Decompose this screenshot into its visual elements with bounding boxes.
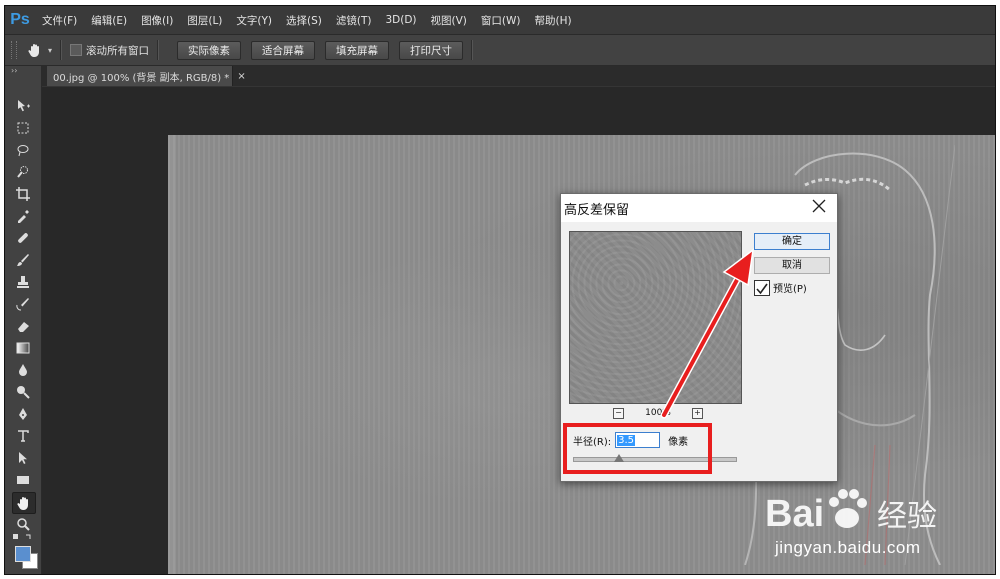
menu-select[interactable]: 选择(S) xyxy=(279,13,329,28)
photoshop-logo: Ps xyxy=(10,11,30,28)
hand-icon[interactable] xyxy=(23,39,47,61)
cancel-button[interactable]: 取消 xyxy=(754,257,830,274)
rectangle-tool-icon[interactable] xyxy=(12,470,34,490)
menu-type[interactable]: 文字(Y) xyxy=(229,13,279,28)
checkmark-icon xyxy=(756,283,768,295)
document-tab-bar: 00.jpg @ 100% (背景 副本, RGB/8) * × xyxy=(41,66,995,86)
foreground-color-swatch[interactable] xyxy=(15,546,31,562)
paw-icon xyxy=(829,489,867,528)
options-bar-grip[interactable] xyxy=(11,41,17,59)
watermark-brand-cn: 经验 xyxy=(877,499,937,534)
fit-screen-button[interactable]: 适合屏幕 xyxy=(251,40,316,60)
menu-filter[interactable]: 滤镜(T) xyxy=(329,13,379,28)
zoom-in-button[interactable]: + xyxy=(691,407,703,419)
menu-edit[interactable]: 编辑(E) xyxy=(84,13,134,28)
menu-file[interactable]: 文件(F) xyxy=(35,13,84,28)
print-size-button[interactable]: 打印尺寸 xyxy=(399,40,464,60)
filter-preview[interactable] xyxy=(569,231,742,404)
baidu-jingyan-watermark: Bai 经验 xyxy=(765,489,937,535)
image-edge xyxy=(168,135,176,574)
brush-tool-icon[interactable] xyxy=(12,250,34,270)
swap-colors-icon[interactable] xyxy=(12,532,34,544)
path-selection-tool-icon[interactable] xyxy=(12,448,34,468)
menu-view[interactable]: 视图(V) xyxy=(424,13,474,28)
actual-pixels-button[interactable]: 实际像素 xyxy=(177,40,242,60)
preview-checkbox[interactable] xyxy=(754,280,770,296)
move-tool-icon[interactable] xyxy=(12,96,34,116)
pen-tool-icon[interactable] xyxy=(12,404,34,424)
document-tab[interactable]: 00.jpg @ 100% (背景 副本, RGB/8) * × xyxy=(47,66,246,86)
watermark-url: jingyan.baidu.com xyxy=(775,538,921,557)
scroll-all-windows-label: 滚动所有窗口 xyxy=(86,44,150,57)
watermark-brand: Bai xyxy=(765,493,824,535)
ok-button[interactable]: 确定 xyxy=(754,233,830,250)
divider xyxy=(60,40,63,60)
eyedropper-tool-icon[interactable] xyxy=(12,206,34,226)
close-icon[interactable]: × xyxy=(237,71,245,82)
options-bar: ▾ 滚动所有窗口 实际像素 适合屏幕 填充屏幕 打印尺寸 xyxy=(5,35,995,66)
menu-image[interactable]: 图像(I) xyxy=(134,13,180,28)
clone-stamp-tool-icon[interactable] xyxy=(12,272,34,292)
blur-tool-icon[interactable] xyxy=(12,360,34,380)
fill-screen-button[interactable]: 填充屏幕 xyxy=(325,40,390,60)
divider xyxy=(157,40,160,60)
preview-zoom-controls: − 100% + xyxy=(613,407,703,419)
zoom-tool-icon[interactable] xyxy=(12,514,34,534)
tool-preset-caret-icon[interactable]: ▾ xyxy=(48,46,52,55)
menu-help[interactable]: 帮助(H) xyxy=(528,13,579,28)
lasso-tool-icon[interactable] xyxy=(12,140,34,160)
close-icon[interactable] xyxy=(811,198,827,214)
crop-tool-icon[interactable] xyxy=(12,184,34,204)
healing-brush-tool-icon[interactable] xyxy=(12,228,34,248)
divider xyxy=(471,40,474,60)
marquee-tool-icon[interactable] xyxy=(12,118,34,138)
tools-panel-collapse[interactable]: ›› xyxy=(5,66,41,78)
gradient-tool-icon[interactable] xyxy=(12,338,34,358)
zoom-out-button[interactable]: − xyxy=(613,407,624,419)
history-brush-tool-icon[interactable] xyxy=(12,294,34,314)
color-swatches[interactable] xyxy=(15,546,39,570)
menu-layer[interactable]: 图层(L) xyxy=(180,13,229,28)
tools-panel: ›› xyxy=(5,66,42,574)
quick-selection-tool-icon[interactable] xyxy=(12,162,34,182)
zoom-level: 100% xyxy=(645,408,671,418)
dialog-title: 高反差保留 xyxy=(564,203,630,218)
dodge-tool-icon[interactable] xyxy=(12,382,34,402)
type-tool-icon[interactable] xyxy=(12,426,34,446)
preview-label: 预览(P) xyxy=(773,284,807,295)
scroll-all-windows-checkbox[interactable] xyxy=(70,44,83,56)
menu-3d[interactable]: 3D(D) xyxy=(378,14,423,26)
menu-window[interactable]: 窗口(W) xyxy=(474,13,528,28)
dialog-titlebar[interactable]: 高反差保留 xyxy=(561,194,837,222)
annotation-highlight-box xyxy=(563,423,712,474)
document-tab-title: 00.jpg @ 100% (背景 副本, RGB/8) * xyxy=(53,72,230,84)
hand-tool-icon[interactable] xyxy=(12,492,36,514)
menu-bar: Ps 文件(F) 编辑(E) 图像(I) 图层(L) 文字(Y) 选择(S) 滤… xyxy=(5,6,995,35)
eraser-tool-icon[interactable] xyxy=(12,316,34,336)
